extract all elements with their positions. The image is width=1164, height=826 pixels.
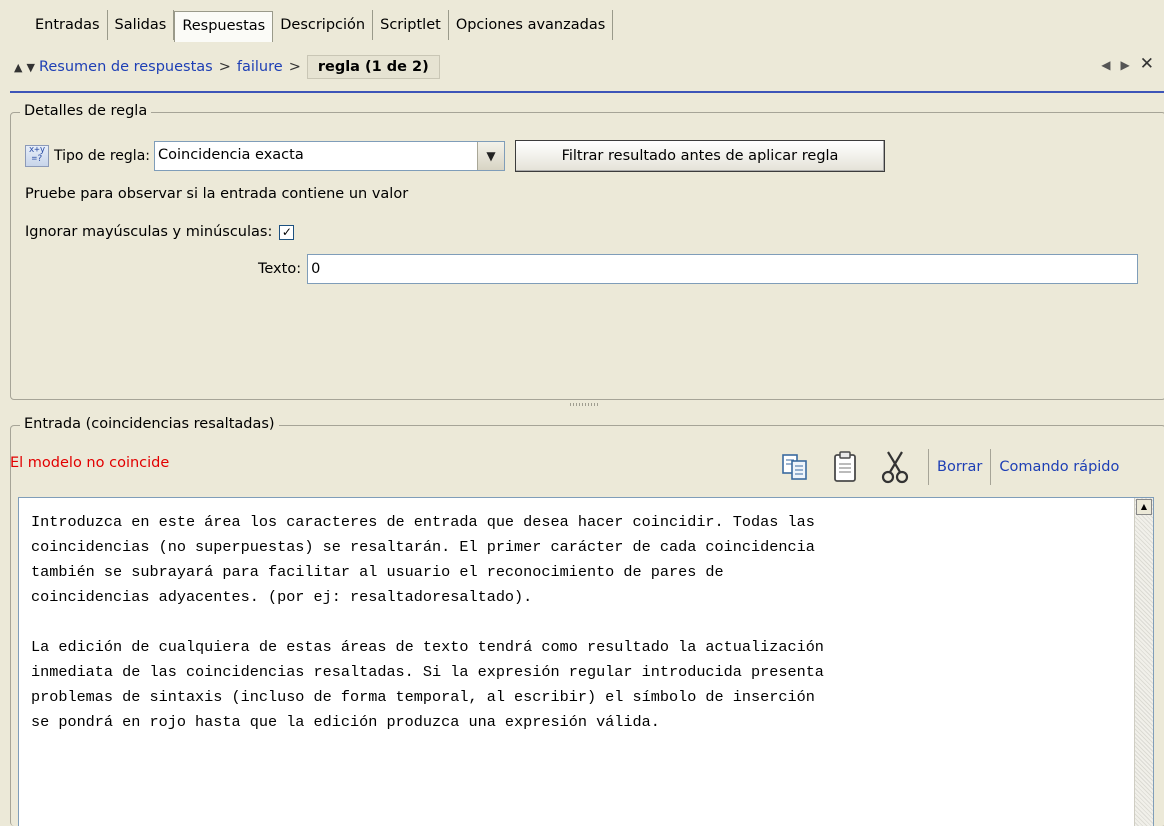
tab-opciones-avanzadas[interactable]: Opciones avanzadas (449, 10, 614, 40)
dropdown-arrow-icon[interactable]: ▼ (477, 142, 504, 170)
copy-icon[interactable] (778, 450, 812, 484)
rule-type-label: Tipo de regla: (54, 148, 150, 164)
input-toolbar: Borrar Comando rápido (778, 446, 1119, 488)
tab-scriptlet[interactable]: Scriptlet (373, 10, 449, 40)
breadcrumb: ▲ ▼ Resumen de respuestas > failure > re… (14, 52, 440, 82)
input-textarea-frame: Introduzca en este área los caracteres d… (18, 497, 1154, 826)
formula-icon: x+y =? (25, 145, 49, 167)
match-status: El modelo no coincide (10, 455, 170, 471)
rule-details-title: Detalles de regla (20, 103, 152, 119)
input-textarea[interactable]: Introduzca en este área los caracteres d… (31, 510, 1121, 735)
close-icon[interactable]: ✕ (1140, 54, 1154, 74)
text-label: Texto: (258, 261, 302, 277)
header-divider (10, 91, 1164, 93)
nav-right-icon[interactable]: ▶ (1121, 58, 1130, 74)
ignore-case-checkbox[interactable]: ✓ (279, 224, 295, 240)
rule-type-row: x+y =? Tipo de regla: Coincidencia exacta… (25, 140, 885, 172)
toolbar-separator (928, 449, 929, 485)
rule-description: Pruebe para observar si la entrada conti… (25, 186, 409, 202)
filter-result-button[interactable]: Filtrar resultado antes de aplicar regla (515, 140, 885, 172)
breadcrumb-link-failure[interactable]: failure (237, 59, 283, 75)
tab-salidas[interactable]: Salidas (108, 10, 175, 40)
tab-descripcion[interactable]: Descripción (273, 10, 374, 40)
nav-up-icon[interactable]: ▲ (14, 61, 22, 74)
nav-down-icon[interactable]: ▼ (26, 61, 34, 74)
splitter-grip[interactable] (570, 403, 600, 406)
cut-icon[interactable] (878, 450, 912, 484)
ignore-case-row: Ignorar mayúsculas y minúsculas: ✓ (25, 221, 295, 243)
breadcrumb-link-summary[interactable]: Resumen de respuestas (39, 59, 213, 75)
ignore-case-label: Ignorar mayúsculas y minúsculas: (25, 224, 273, 240)
pane-splitter[interactable] (0, 398, 1164, 412)
tab-bar: Entradas Salidas Respuestas Descripción … (28, 10, 614, 42)
rule-type-select[interactable]: Coincidencia exacta ▼ (154, 141, 505, 171)
breadcrumb-current: regla (1 de 2) (306, 55, 440, 79)
rule-type-value: Coincidencia exacta (158, 147, 304, 163)
input-group-title: Entrada (coincidencias resaltadas) (20, 416, 279, 432)
text-input[interactable]: 0 (307, 254, 1139, 284)
breadcrumb-nav-controls: ◀ ▶ ✕ (1101, 54, 1154, 74)
tab-entradas[interactable]: Entradas (28, 10, 108, 40)
nav-left-icon[interactable]: ◀ (1101, 58, 1110, 74)
clear-link[interactable]: Borrar (937, 459, 982, 475)
text-row: Texto: 0 (258, 253, 1139, 285)
quick-command-link[interactable]: Comando rápido (999, 459, 1119, 475)
paste-icon[interactable] (828, 450, 862, 484)
tab-respuestas[interactable]: Respuestas (174, 11, 274, 42)
breadcrumb-separator: > (218, 59, 231, 75)
toolbar-separator (990, 449, 992, 485)
vertical-scrollbar[interactable]: ▲ (1134, 498, 1153, 826)
breadcrumb-separator: > (288, 59, 301, 75)
scroll-up-icon[interactable]: ▲ (1136, 499, 1152, 515)
